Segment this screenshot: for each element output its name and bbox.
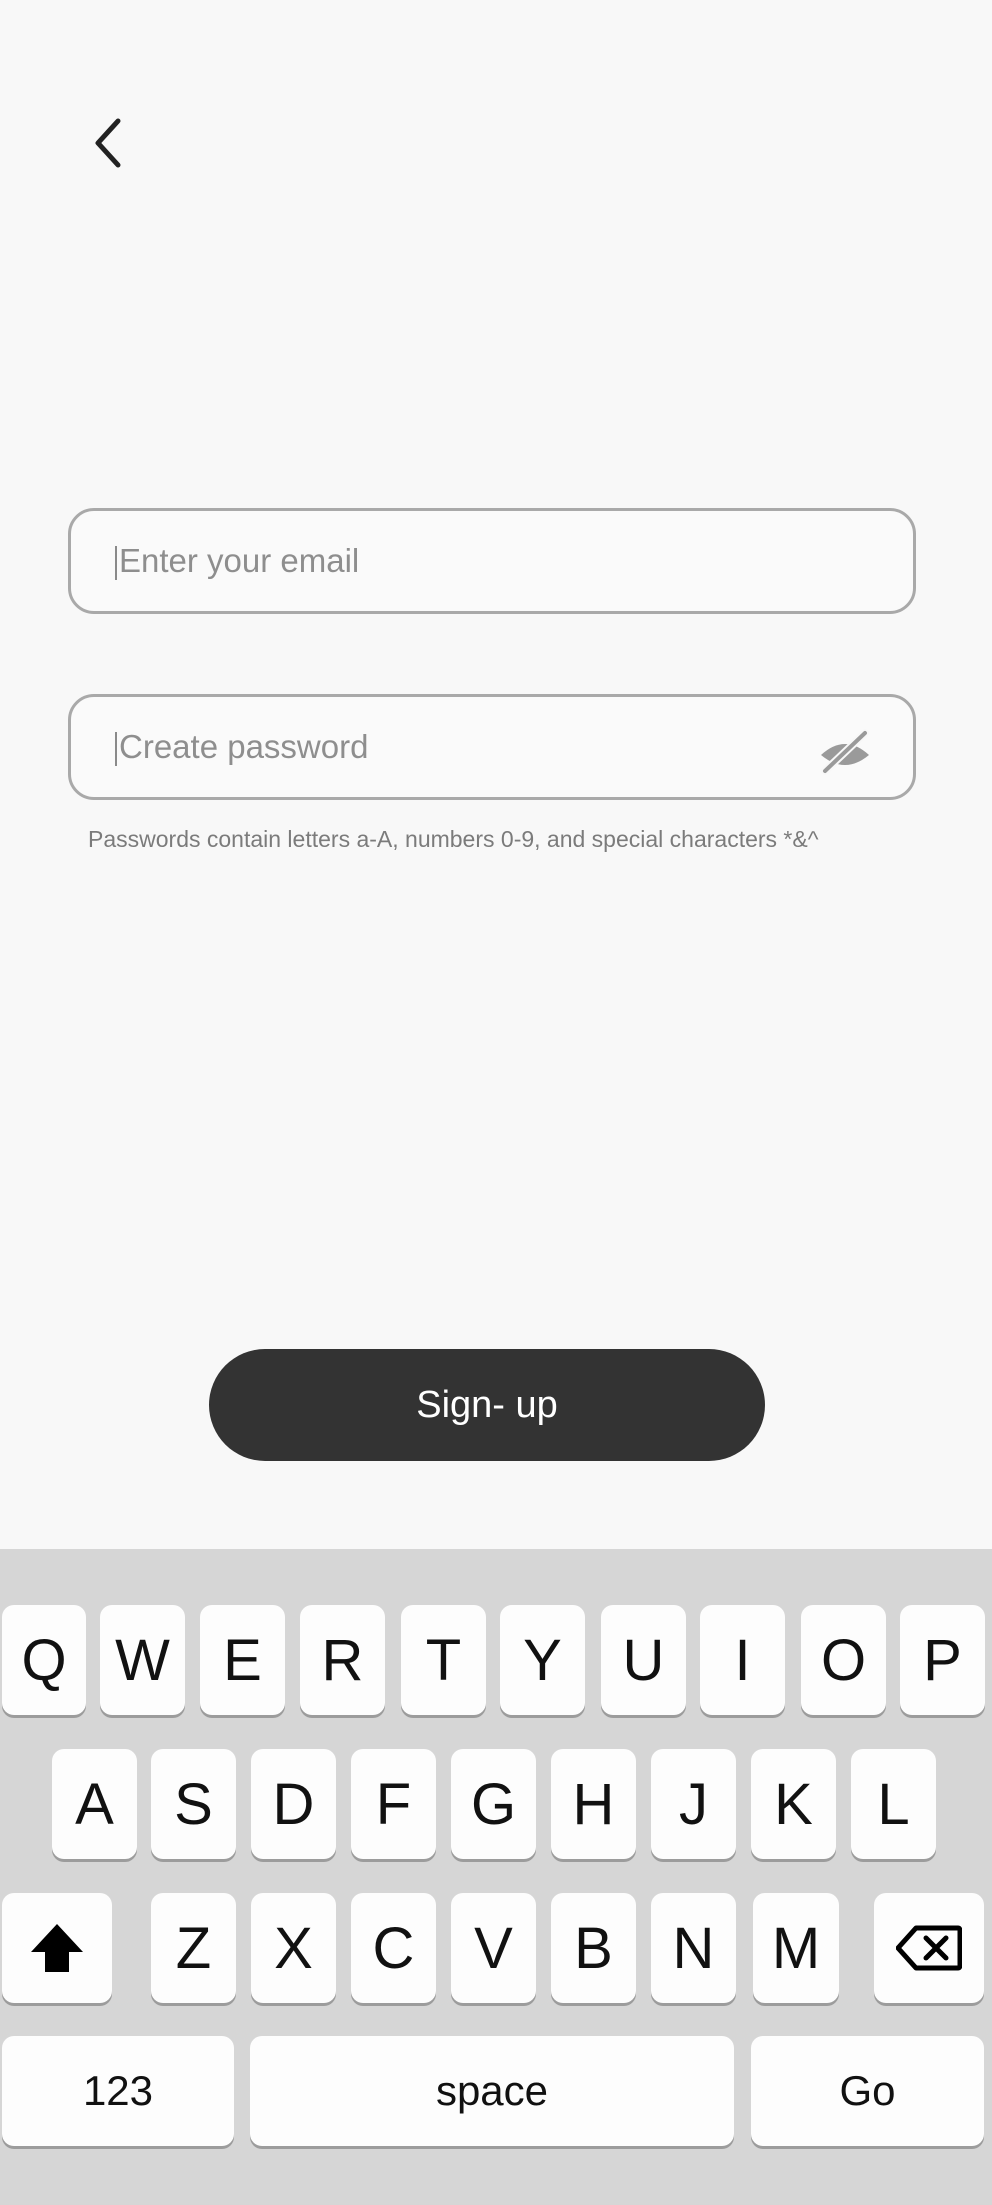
password-input[interactable] [119,697,819,797]
key-u[interactable]: U [601,1605,686,1715]
key-c[interactable]: C [351,1893,436,2003]
key-p[interactable]: P [900,1605,985,1715]
shift-key[interactable] [2,1893,112,2003]
key-k[interactable]: K [751,1749,836,1859]
password-visibility-toggle[interactable] [817,727,873,775]
eye-off-icon [821,729,869,775]
key-m[interactable]: M [753,1893,839,2003]
key-w[interactable]: W [100,1605,185,1715]
backspace-key[interactable] [874,1893,984,2003]
text-caret [115,732,117,766]
email-field[interactable] [68,508,916,614]
key-l[interactable]: L [851,1749,936,1859]
key-b[interactable]: B [551,1893,636,2003]
key-q[interactable]: Q [2,1605,86,1715]
key-a[interactable]: A [52,1749,137,1859]
key-i[interactable]: I [700,1605,785,1715]
key-y[interactable]: Y [500,1605,585,1715]
signup-button[interactable]: Sign- up [209,1349,765,1461]
key-g[interactable]: G [451,1749,536,1859]
key-r[interactable]: R [300,1605,385,1715]
email-input[interactable] [119,511,819,611]
go-key[interactable]: Go [751,2036,984,2146]
password-field[interactable] [68,694,916,800]
password-hint: Passwords contain letters a-A, numbers 0… [88,826,819,852]
space-key[interactable]: space [250,2036,734,2146]
key-h[interactable]: H [551,1749,636,1859]
key-o[interactable]: O [801,1605,886,1715]
key-v[interactable]: V [451,1893,536,2003]
text-caret [115,546,117,580]
key-d[interactable]: D [251,1749,336,1859]
chevron-left-icon [95,118,121,168]
key-z[interactable]: Z [151,1893,236,2003]
back-button[interactable] [78,108,138,178]
key-f[interactable]: F [351,1749,436,1859]
key-j[interactable]: J [651,1749,736,1859]
on-screen-keyboard: Q W E R T Y U I O P A S D F G H J K L Z … [0,1549,992,2205]
key-t[interactable]: T [401,1605,486,1715]
key-n[interactable]: N [651,1893,736,2003]
shift-arrow-icon [31,1924,83,1972]
numbers-key[interactable]: 123 [2,2036,234,2146]
key-x[interactable]: X [251,1893,336,2003]
signup-screen: Passwords contain letters a-A, numbers 0… [0,0,992,2205]
key-s[interactable]: S [151,1749,236,1859]
backspace-icon [896,1925,962,1971]
key-e[interactable]: E [200,1605,285,1715]
